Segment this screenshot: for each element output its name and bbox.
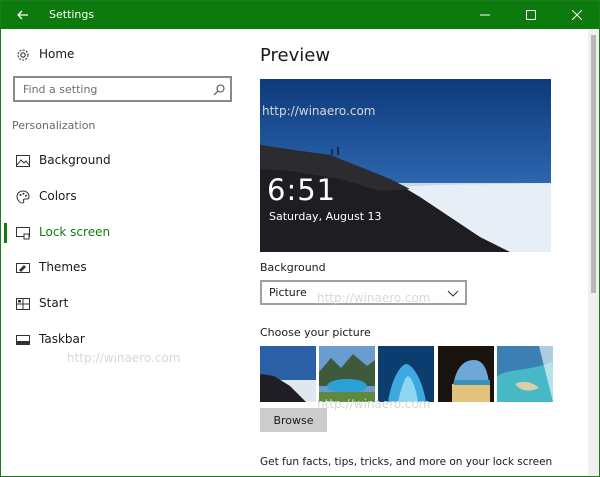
lock-screen-icon [15,225,31,241]
home-label: Home [39,47,75,61]
background-label: Background [260,261,326,274]
window-title: Settings [49,8,95,21]
close-icon [572,10,582,20]
close-button[interactable] [554,1,599,29]
sidebar-item-themes[interactable]: Themes [1,255,243,281]
chevron-down-icon [447,290,459,297]
background-dropdown[interactable]: Picture [260,280,467,305]
home-nav-item[interactable]: Home [1,43,243,67]
back-arrow-icon [17,10,28,20]
section-heading: Personalization [12,119,96,132]
lock-screen-tips-text: Get fun facts, tips, tricks, and more on… [260,456,553,468]
thumbnail-ice-cave[interactable] [378,346,434,402]
lock-screen-preview: 6:51 Saturday, August 13 [260,79,551,252]
picture-thumbnails [260,346,554,402]
page-title: Preview [260,45,331,66]
minimize-button[interactable] [462,1,508,29]
thumbnail-lake-mountains[interactable] [319,346,375,402]
start-grid-icon [15,296,31,312]
thumbnail-aerial-coast[interactable] [497,346,553,402]
sidebar-item-label: Start [39,296,69,310]
preview-date: Saturday, August 13 [269,210,382,223]
sidebar-item-label: Taskbar [39,332,85,346]
scrollbar-thumb[interactable] [591,35,596,293]
sidebar-item-lock-screen[interactable]: Lock screen [1,220,243,246]
sidebar-item-label: Lock screen [39,225,111,239]
picture-icon [15,153,31,169]
scrollbar[interactable] [588,29,599,476]
main-content: Preview 6:51 Saturday, August 13 Backgro… [243,29,587,476]
maximize-button[interactable] [508,1,554,29]
search-input[interactable]: Find a setting [13,76,232,102]
preview-time: 6:51 [267,173,337,207]
sidebar-item-background[interactable]: Background [1,148,243,174]
sidebar-item-label: Themes [39,260,87,274]
thumbnail-mountain-clouds[interactable] [260,346,316,402]
back-button[interactable] [1,1,45,29]
sidebar-item-label: Colors [39,189,77,203]
brush-icon [15,260,31,276]
settings-window: Settings Home Find a setting Personaliza… [0,0,600,477]
title-bar: Settings [1,1,599,29]
minimize-icon [480,14,490,16]
palette-icon [15,189,31,205]
background-dropdown-value: Picture [269,286,307,299]
sidebar-item-start[interactable]: Start [1,291,243,317]
maximize-icon [526,10,536,20]
search-placeholder: Find a setting [23,83,98,96]
preview-image [260,79,551,252]
taskbar-icon [15,332,31,348]
browse-button[interactable]: Browse [260,408,327,432]
search-icon [213,84,225,96]
sidebar-item-taskbar[interactable]: Taskbar [1,327,243,353]
thumbnail-beach-cave[interactable] [438,346,494,402]
sidebar-item-label: Background [39,153,111,167]
sidebar-item-colors[interactable]: Colors [1,184,243,210]
gear-icon [15,47,31,63]
choose-picture-label: Choose your picture [260,326,371,339]
active-indicator [4,223,7,243]
sidebar: Home Find a setting Personalization Back… [1,29,243,476]
